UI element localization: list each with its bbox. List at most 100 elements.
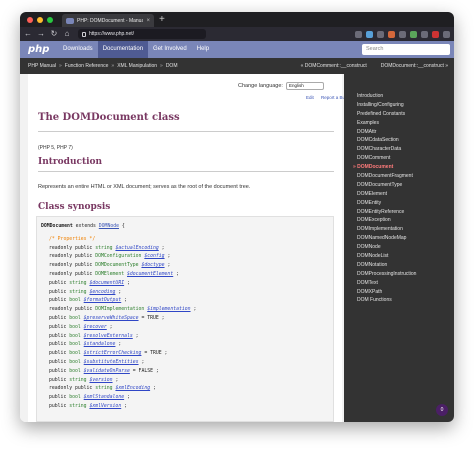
- sidebar-item[interactable]: DOMEntityReference: [344, 208, 454, 217]
- url-bar[interactable]: https://www.php.net/: [78, 29, 206, 39]
- sidebar-item[interactable]: DOMText: [344, 279, 454, 288]
- property-name-link[interactable]: $recover: [84, 325, 107, 330]
- language-select[interactable]: English: [285, 82, 324, 90]
- search-input[interactable]: Search: [362, 44, 450, 55]
- reload-icon[interactable]: ↻: [50, 30, 58, 38]
- property-name-link[interactable]: $xmlVersion: [89, 404, 121, 409]
- property-name-link[interactable]: $xmlEncoding: [115, 386, 150, 391]
- sidebar-item[interactable]: DOMCharacterData: [344, 145, 454, 154]
- sidebar-item[interactable]: DOMNodeList: [344, 252, 454, 261]
- property-name-link[interactable]: $preserveWhiteSpace: [84, 316, 139, 321]
- property-tail: ;: [126, 280, 130, 286]
- sidebar-item[interactable]: Predefined Constants: [344, 110, 454, 119]
- new-tab-button[interactable]: +: [159, 13, 165, 26]
- sidebar-item[interactable]: DOMComment: [344, 154, 454, 163]
- sidebar-item[interactable]: DOMNotation: [344, 261, 454, 270]
- extension-icon[interactable]: [377, 30, 384, 38]
- nav-help[interactable]: Help: [192, 41, 214, 58]
- property-tail: ;: [124, 298, 127, 304]
- sidebar-item[interactable]: DOMNamedNodeMap: [344, 234, 454, 243]
- breadcrumb-item[interactable]: Function Reference: [65, 63, 109, 69]
- minimize-window-button[interactable]: [37, 16, 43, 23]
- sidebar-item[interactable]: DOM Functions: [344, 296, 454, 305]
- property-name-link[interactable]: $actualEncoding: [115, 246, 158, 251]
- property-line: public bool $strictErrorChecking = TRUE …: [41, 350, 329, 359]
- property-line: public bool $resolveExternals ;: [41, 333, 329, 342]
- property-name-link[interactable]: $substituteEntities: [84, 360, 139, 365]
- sidebar-item[interactable]: DOMException: [344, 216, 454, 225]
- forward-icon[interactable]: →: [37, 30, 45, 38]
- back-icon[interactable]: ←: [24, 30, 32, 38]
- nav-documentation[interactable]: Documentation: [97, 41, 149, 58]
- property-name-link[interactable]: $documentElement: [127, 272, 173, 277]
- next-page-link[interactable]: DOMDocument::__construct »: [381, 63, 448, 69]
- url-text: https://www.php.net/: [89, 31, 135, 37]
- sidebar-item[interactable]: DOMDocumentFragment: [344, 172, 454, 181]
- extension-icon[interactable]: [410, 30, 417, 38]
- property-name-link[interactable]: $standalone: [84, 342, 116, 347]
- property-type: string: [69, 377, 87, 383]
- extension-icon[interactable]: [355, 30, 362, 38]
- property-modifiers: public: [49, 342, 67, 348]
- page-body: Change language: English Edit Report a B…: [20, 74, 454, 422]
- property-name-link[interactable]: $documentURI: [89, 281, 124, 286]
- sidebar-item[interactable]: DOMAttr: [344, 128, 454, 137]
- sidebar-item[interactable]: DOMNode: [344, 243, 454, 252]
- extension-icon[interactable]: [432, 30, 439, 38]
- property-type: bool: [69, 324, 81, 330]
- main-content: Change language: English Edit Report a B…: [28, 74, 348, 422]
- property-name-link[interactable]: $implementation: [147, 307, 190, 312]
- home-icon[interactable]: ⌂: [63, 30, 71, 38]
- property-name-link[interactable]: $encoding: [89, 290, 115, 295]
- sidebar-item[interactable]: Introduction: [344, 92, 454, 101]
- property-type: DOMImplementation: [95, 307, 145, 313]
- extension-icon[interactable]: [421, 30, 428, 38]
- property-name-link[interactable]: $version: [89, 378, 112, 383]
- sidebar-item[interactable]: DOMEntity: [344, 199, 454, 208]
- breadcrumb-item[interactable]: PHP Manual: [28, 63, 56, 69]
- close-window-button[interactable]: [27, 16, 33, 23]
- breadcrumb-separator: »: [58, 63, 62, 69]
- property-tail: ;: [167, 254, 171, 260]
- property-name-link[interactable]: $doctype: [141, 263, 164, 268]
- property-line: readonly public DOMImplementation $imple…: [41, 306, 329, 315]
- extension-icon[interactable]: [366, 30, 373, 38]
- menu-icon[interactable]: [443, 30, 450, 38]
- help-fab-button[interactable]: 0: [436, 404, 448, 416]
- property-type: bool: [69, 342, 81, 348]
- sidebar-item[interactable]: Installing/Configuring: [344, 101, 454, 110]
- edit-link[interactable]: Edit: [306, 95, 314, 100]
- sidebar-item[interactable]: DOMProcessingInstruction: [344, 270, 454, 279]
- property-name-link[interactable]: $config: [144, 254, 164, 259]
- property-name-link[interactable]: $validateOnParse: [84, 369, 130, 374]
- sidebar-item[interactable]: DOMDocument: [344, 163, 454, 172]
- property-name-link[interactable]: $formatOutput: [84, 298, 122, 303]
- sidebar-item[interactable]: DOMElement: [344, 190, 454, 199]
- tab-title: PHP: DOMDocument - Manual: [77, 17, 144, 24]
- sidebar-item[interactable]: DOMDocumentType: [344, 181, 454, 190]
- extension-icon[interactable]: [388, 30, 395, 38]
- php-logo[interactable]: php: [28, 44, 58, 55]
- sidebar-item[interactable]: Examples: [344, 119, 454, 128]
- property-tail: ;: [127, 395, 130, 401]
- zoom-window-button[interactable]: [47, 16, 53, 23]
- browser-tab[interactable]: PHP: DOMDocument - Manual ×: [62, 14, 154, 27]
- tab-close-icon[interactable]: ×: [146, 18, 150, 24]
- breadcrumb-item[interactable]: DOM: [166, 63, 178, 69]
- extension-icon[interactable]: [399, 30, 406, 38]
- property-type: DOMConfiguration: [95, 254, 142, 260]
- version-info: (PHP 5, PHP 7): [38, 145, 73, 151]
- breadcrumb-item[interactable]: XML Manipulation: [117, 63, 157, 69]
- sidebar-item[interactable]: DOMCdataSection: [344, 136, 454, 145]
- property-modifiers: public: [49, 315, 67, 321]
- sidebar-item[interactable]: DOMImplementation: [344, 225, 454, 234]
- prev-page-link[interactable]: « DOMComment::__construct: [301, 63, 367, 69]
- parent-class-link[interactable]: DOMNode: [99, 224, 119, 229]
- property-name-link[interactable]: $xmlStandalone: [84, 395, 124, 400]
- sidebar-item[interactable]: DOMXPath: [344, 288, 454, 297]
- property-name-link[interactable]: $strictErrorChecking: [84, 351, 142, 356]
- nav-downloads[interactable]: Downloads: [58, 41, 98, 58]
- property-name-link[interactable]: $resolveExternals: [84, 334, 133, 339]
- property-list: readonly public string $actualEncoding ;…: [41, 245, 329, 412]
- nav-get-involved[interactable]: Get Involved: [148, 41, 192, 58]
